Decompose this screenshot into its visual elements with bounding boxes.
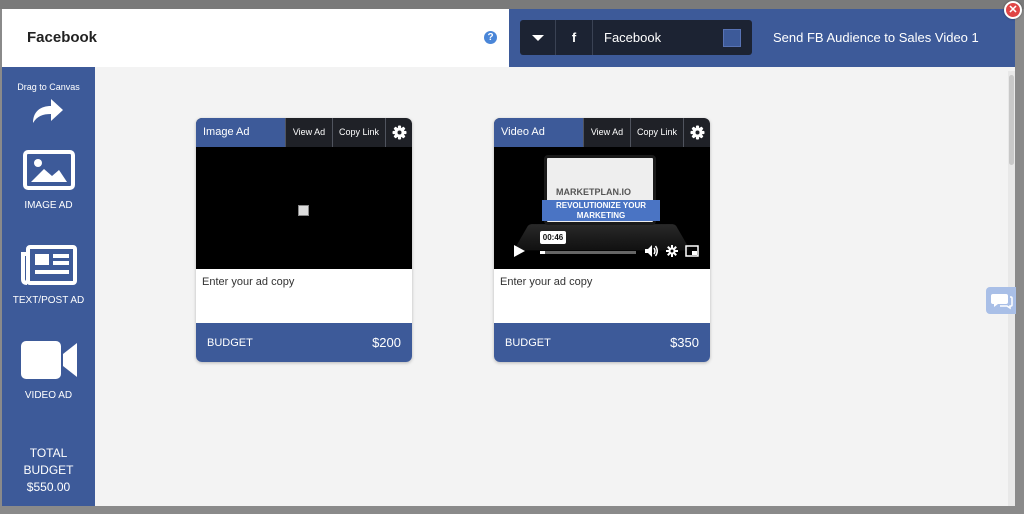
ad-tools-sidebar: Drag to Canvas IMAGE AD TEXT/POST AD VID… (2, 67, 95, 506)
video-time: 00:46 (540, 231, 566, 244)
chat-button[interactable] (986, 287, 1016, 314)
budget-label: BUDGET (505, 337, 551, 349)
campaign-name[interactable]: Send FB Audience to Sales Video 1 (773, 30, 979, 45)
picture-in-picture-icon[interactable] (685, 244, 699, 258)
card-settings-button[interactable] (683, 118, 710, 147)
gear-icon[interactable] (665, 244, 679, 258)
card-header: Image Ad View Ad Copy Link (196, 118, 412, 147)
total-budget-value: $550.00 (26, 480, 71, 494)
tool-image-ad[interactable]: IMAGE AD (2, 149, 95, 211)
broken-image-icon (298, 205, 309, 216)
color-swatch[interactable] (723, 29, 741, 47)
facebook-modal: Facebook ? f Facebook Send FB Audience t… (2, 9, 1015, 506)
window-frame (0, 0, 1024, 9)
banner-line-2: MARKETING (576, 211, 626, 220)
image-icon (22, 150, 75, 190)
ad-copy-input[interactable]: Enter your ad copy (202, 276, 294, 288)
budget-label: BUDGET (207, 337, 253, 349)
view-ad-button[interactable]: View Ad (583, 118, 630, 147)
brand-part-2: PLAN.IO (594, 187, 632, 197)
play-icon[interactable] (512, 244, 526, 258)
brand-part-1: MARKET (556, 187, 595, 197)
card-type-label: Image Ad (196, 118, 285, 147)
card-header: Video Ad View Ad Copy Link (494, 118, 710, 147)
newspaper-icon (20, 245, 77, 285)
total-budget-label-2: BUDGET (23, 463, 74, 477)
modal-header: Facebook ? (2, 9, 509, 67)
copy-link-button[interactable]: Copy Link (630, 118, 683, 147)
tool-text-post-ad-label: TEXT/POST AD (12, 295, 85, 306)
ad-video-player[interactable]: MARKETPLAN.IO REVOLUTIONIZE YOUR MARKETI… (494, 147, 710, 269)
chevron-down-icon[interactable] (520, 20, 556, 55)
ad-copy-input[interactable]: Enter your ad copy (500, 276, 592, 288)
close-icon: ✕ (1008, 4, 1018, 16)
tool-image-ad-label: IMAGE AD (24, 200, 73, 211)
total-budget-label: TOTAL (29, 446, 68, 460)
copy-link-button[interactable]: Copy Link (332, 118, 385, 147)
facebook-f-icon: f (556, 20, 593, 55)
header-platform-bar: f Facebook Send FB Audience to Sales Vid… (509, 9, 1015, 67)
close-button[interactable]: ✕ (1004, 1, 1022, 19)
video-progress[interactable] (540, 251, 636, 254)
volume-icon[interactable] (644, 244, 659, 258)
gear-icon (690, 125, 705, 140)
video-brand: MARKETPLAN.IO (556, 187, 631, 197)
ad-image-preview (196, 147, 412, 269)
tool-video-ad[interactable]: VIDEO AD (2, 339, 95, 401)
modal-title: Facebook (27, 29, 98, 46)
video-progress-fill (540, 251, 545, 254)
tool-text-post-ad[interactable]: TEXT/POST AD (2, 244, 95, 306)
video-banner: REVOLUTIONIZE YOUR MARKETING (542, 200, 660, 221)
budget-value: $350 (670, 335, 699, 350)
drag-to-canvas-label: Drag to Canvas (17, 82, 80, 92)
question-icon[interactable]: ? (484, 31, 497, 44)
ad-card-video[interactable]: Video Ad View Ad Copy Link MARKETPLAN.IO… (494, 118, 710, 362)
tool-video-ad-label: VIDEO AD (24, 390, 73, 401)
card-type-label: Video Ad (494, 118, 583, 147)
video-camera-icon (20, 341, 77, 379)
scrollbar-thumb[interactable] (1009, 75, 1014, 165)
chat-bubble-icon (991, 294, 1013, 310)
banner-line-1: REVOLUTIONIZE YOUR (555, 201, 647, 210)
platform-label: Facebook (604, 30, 662, 45)
budget-value: $200 (372, 335, 401, 350)
platform-select[interactable]: f Facebook (520, 20, 752, 55)
card-settings-button[interactable] (385, 118, 412, 147)
share-arrow-icon (33, 99, 63, 123)
view-ad-button[interactable]: View Ad (285, 118, 332, 147)
card-budget[interactable]: BUDGET $200 (196, 323, 412, 362)
card-budget[interactable]: BUDGET $350 (494, 323, 710, 362)
ad-card-image[interactable]: Image Ad View Ad Copy Link Enter your ad… (196, 118, 412, 362)
total-budget: TOTAL BUDGET $550.00 (2, 445, 95, 496)
gear-icon (392, 125, 407, 140)
